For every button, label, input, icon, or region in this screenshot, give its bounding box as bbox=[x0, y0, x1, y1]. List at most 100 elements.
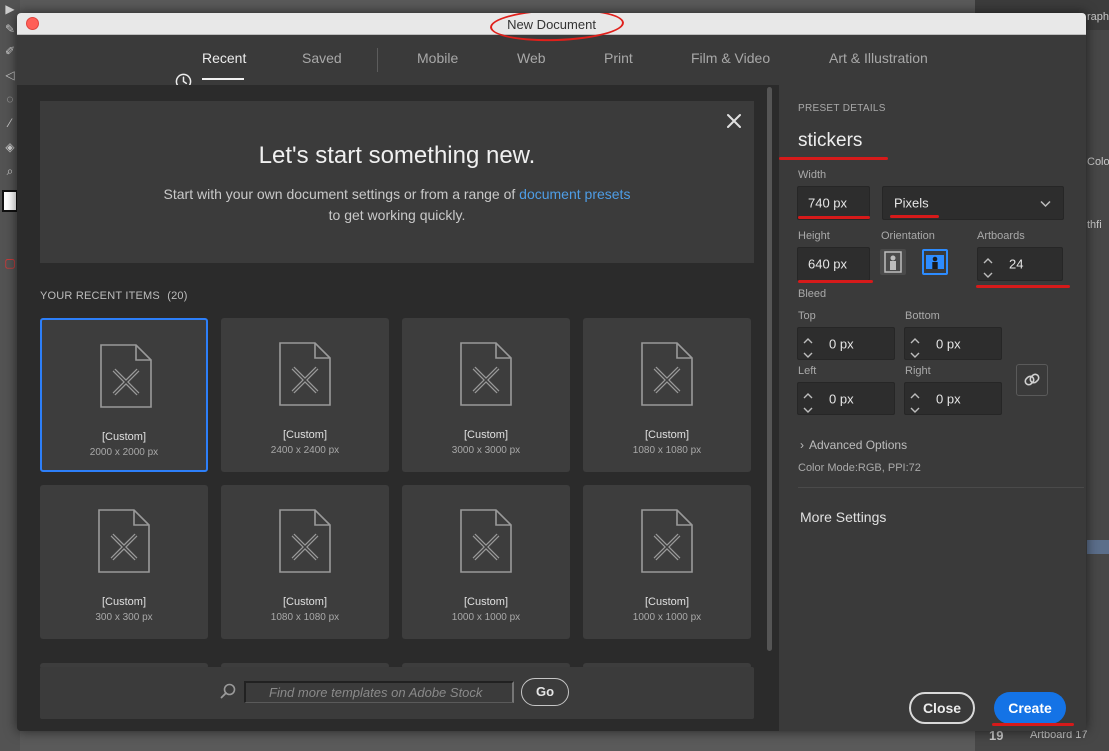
direct-select-tool-icon[interactable]: ◁ bbox=[2, 68, 18, 82]
new-document-dialog: New Document Recent Saved Mobile Web Pri… bbox=[17, 13, 1086, 731]
document-icon bbox=[98, 509, 150, 573]
recent-item-size: 1000 x 1000 px bbox=[632, 612, 702, 623]
scroll-thumb[interactable] bbox=[767, 87, 772, 651]
landscape-icon bbox=[926, 255, 944, 269]
recent-item-card[interactable]: [Custom] 1080 x 1080 px bbox=[583, 318, 751, 472]
create-button[interactable]: Create bbox=[994, 692, 1066, 724]
pen-tool-icon[interactable]: ✎ bbox=[2, 22, 18, 36]
recent-item-name: [Custom] bbox=[644, 429, 689, 441]
bleed-right-input[interactable]: 0 px bbox=[904, 382, 1002, 415]
more-settings-link[interactable]: More Settings bbox=[800, 509, 886, 525]
width-annotation-underline bbox=[798, 216, 870, 219]
recent-item-card[interactable]: [Custom] 1000 x 1000 px bbox=[402, 485, 570, 639]
bleed-left-label: Left bbox=[798, 365, 817, 377]
tab-film-video[interactable]: Film & Video bbox=[691, 50, 770, 66]
link-bleed-button[interactable] bbox=[1016, 364, 1048, 396]
bleed-left-value: 0 px bbox=[829, 391, 854, 406]
recent-item-name: [Custom] bbox=[101, 431, 146, 443]
units-annotation-underline bbox=[890, 215, 939, 218]
artboards-value: 24 bbox=[1009, 256, 1024, 272]
graphic-styles-tab[interactable]: raph bbox=[1087, 11, 1109, 23]
landscape-orientation-button[interactable] bbox=[922, 249, 948, 275]
width-label: Width bbox=[798, 169, 827, 181]
recent-item-name: [Custom] bbox=[101, 596, 146, 608]
bleed-top-value: 0 px bbox=[829, 336, 854, 351]
recent-item-card[interactable]: [Custom] 3000 x 3000 px bbox=[402, 318, 570, 472]
orientation-label: Orientation bbox=[881, 230, 935, 242]
recent-item-card[interactable]: [Custom] 1080 x 1080 px bbox=[221, 485, 389, 639]
bleed-top-input[interactable]: 0 px bbox=[797, 327, 895, 360]
tab-art-illustration[interactable]: Art & Illustration bbox=[829, 50, 928, 66]
recent-item-name: [Custom] bbox=[644, 596, 689, 608]
bleed-top-stepper-icon[interactable] bbox=[802, 334, 814, 362]
recent-item-card[interactable]: [Custom] 2400 x 2400 px bbox=[221, 318, 389, 472]
tab-print[interactable]: Print bbox=[604, 50, 633, 66]
color-tab[interactable]: Colo bbox=[1087, 156, 1109, 168]
preset-details-pane: PRESET DETAILS stickers Width 740 px Pix… bbox=[779, 85, 1086, 731]
pathfinder-tab[interactable]: thfi bbox=[1087, 219, 1102, 231]
close-button[interactable]: Close bbox=[909, 692, 975, 724]
bleed-right-stepper-icon[interactable] bbox=[909, 389, 921, 417]
document-icon bbox=[279, 509, 331, 573]
recent-item-name: [Custom] bbox=[282, 596, 327, 608]
bleed-bottom-input[interactable]: 0 px bbox=[904, 327, 1002, 360]
stock-search-input[interactable] bbox=[244, 681, 514, 703]
none-swatch-icon[interactable]: ▢ bbox=[2, 256, 18, 270]
recent-item-card[interactable]: [Custom] 300 x 300 px bbox=[40, 485, 208, 639]
document-icon bbox=[460, 342, 512, 406]
bleed-bottom-stepper-icon[interactable] bbox=[909, 334, 921, 362]
portrait-icon bbox=[884, 251, 902, 273]
stock-search-bar: Go bbox=[40, 667, 754, 719]
artboards-stepper-icon[interactable] bbox=[982, 254, 994, 282]
eyedropper-tool-icon[interactable]: ⁄ bbox=[2, 116, 18, 130]
advanced-options-label: Advanced Options bbox=[809, 438, 908, 452]
shape-builder-tool-icon[interactable]: ◈ bbox=[2, 140, 18, 154]
recent-item-card[interactable]: [Custom] 1000 x 1000 px bbox=[583, 485, 751, 639]
height-input[interactable]: 640 px bbox=[797, 247, 870, 281]
bleed-bottom-value: 0 px bbox=[936, 336, 961, 351]
go-button[interactable]: Go bbox=[521, 678, 569, 706]
preset-details-label: PRESET DETAILS bbox=[798, 103, 886, 114]
artboards-input[interactable]: 24 bbox=[977, 247, 1063, 281]
recent-item-size: 1080 x 1080 px bbox=[270, 612, 340, 623]
bleed-label: Bleed bbox=[798, 288, 827, 300]
fill-swatch-icon[interactable] bbox=[2, 190, 18, 212]
tab-mobile[interactable]: Mobile bbox=[417, 50, 458, 66]
bleed-left-input[interactable]: 0 px bbox=[797, 382, 895, 415]
recent-item-name: [Custom] bbox=[463, 596, 508, 608]
recent-item-size: 3000 x 3000 px bbox=[451, 445, 521, 456]
selection-tool-icon[interactable]: ▶ bbox=[2, 2, 18, 16]
lasso-tool-icon[interactable]: ◌ bbox=[2, 92, 18, 106]
tab-recent[interactable]: Recent bbox=[202, 50, 246, 66]
zoom-tool-icon[interactable]: ⌕ bbox=[2, 164, 18, 178]
document-presets-link[interactable]: document presets bbox=[519, 186, 630, 202]
width-input[interactable]: 740 px bbox=[797, 186, 870, 220]
document-icon bbox=[279, 342, 331, 406]
height-value: 640 px bbox=[808, 256, 848, 272]
link-icon bbox=[1024, 373, 1040, 386]
tab-web[interactable]: Web bbox=[517, 50, 546, 66]
width-value: 740 px bbox=[808, 195, 848, 211]
recent-item-card[interactable]: [Custom] 2000 x 2000 px bbox=[40, 318, 208, 472]
close-banner-icon[interactable] bbox=[726, 113, 742, 129]
recent-items-title: YOUR RECENT ITEMS bbox=[40, 290, 160, 302]
chevron-down-icon bbox=[1040, 200, 1051, 208]
color-mode-info: Color Mode:RGB, PPI:72 bbox=[798, 462, 921, 474]
bleed-right-label: Right bbox=[905, 365, 931, 377]
recent-scrollbar[interactable] bbox=[767, 85, 773, 651]
welcome-banner: Let's start something new. Start with yo… bbox=[40, 101, 754, 263]
preset-name-field[interactable]: stickers bbox=[798, 130, 862, 152]
portrait-orientation-button[interactable] bbox=[880, 249, 906, 275]
bleed-left-stepper-icon[interactable] bbox=[802, 389, 814, 417]
bleed-top-label: Top bbox=[798, 310, 816, 322]
welcome-heading: Let's start something new. bbox=[258, 142, 536, 169]
recent-item-size: 1080 x 1080 px bbox=[632, 445, 702, 456]
document-icon bbox=[100, 344, 152, 408]
units-value: Pixels bbox=[894, 195, 929, 211]
advanced-options-toggle[interactable]: › Advanced Options bbox=[800, 438, 907, 452]
tab-saved[interactable]: Saved bbox=[302, 50, 342, 66]
brush-tool-icon[interactable]: ✐ bbox=[2, 44, 18, 58]
recent-item-name: [Custom] bbox=[463, 429, 508, 441]
recent-items-label: YOUR RECENT ITEMS (20) bbox=[40, 290, 188, 302]
artboard-highlight bbox=[1087, 540, 1109, 554]
